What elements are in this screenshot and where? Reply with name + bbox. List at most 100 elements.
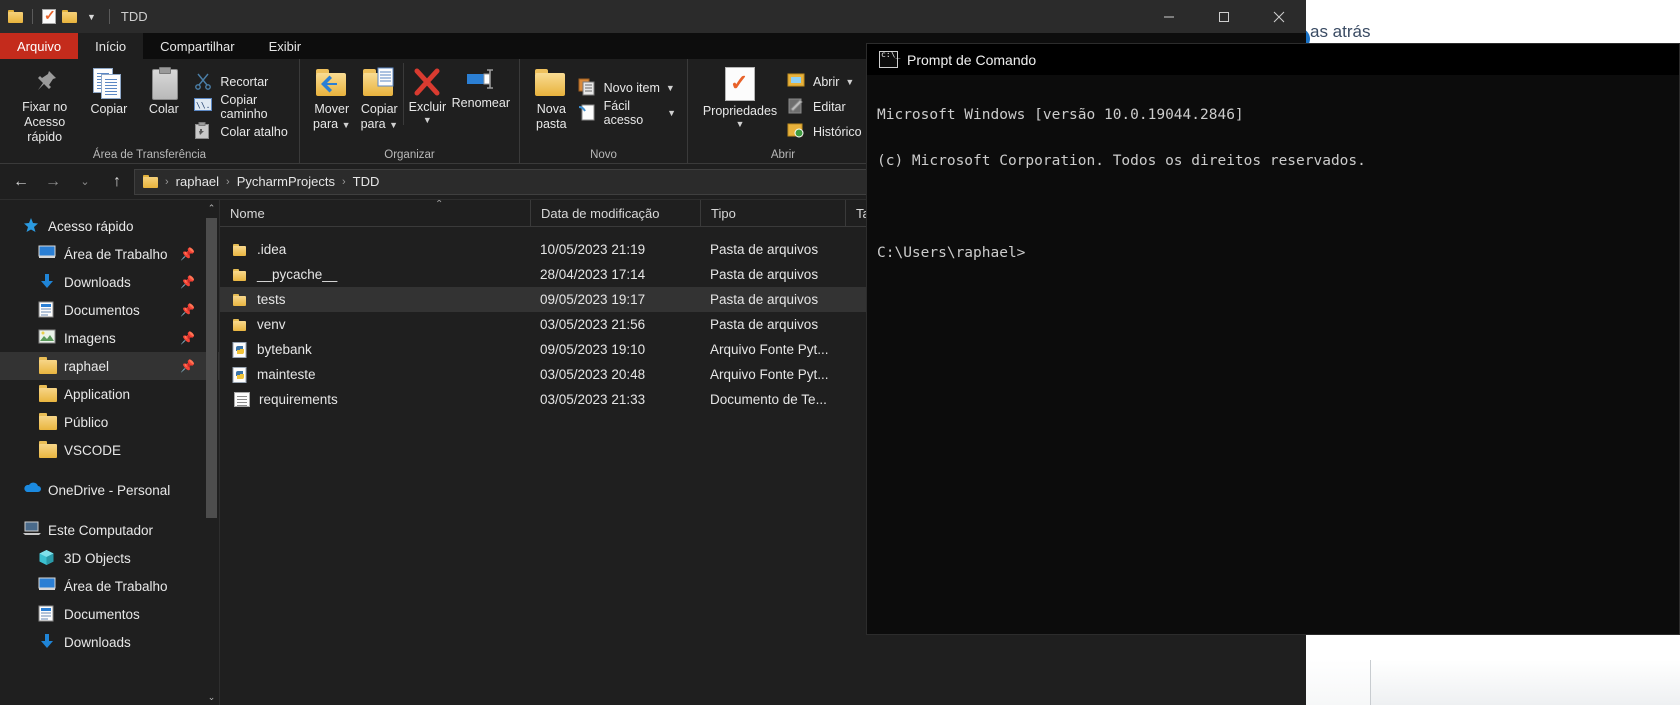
title-bar[interactable]: ▼ TDD [0, 0, 1306, 33]
button-label: Novo item [603, 80, 660, 95]
chevron-down-icon[interactable]: ▼ [389, 120, 398, 130]
sidebar-item-onedrive[interactable]: OneDrive - Personal [0, 476, 219, 504]
chevron-down-icon[interactable]: ▼ [845, 77, 854, 87]
column-header-tipo[interactable]: Tipo [700, 200, 845, 226]
chevron-down-icon[interactable]: ▼ [342, 120, 351, 130]
sidebar-item-vscode[interactable]: VSCODE [0, 436, 219, 464]
history-button[interactable]: Histórico [784, 119, 865, 144]
paste-shortcut-button[interactable]: Colar atalho [191, 119, 291, 144]
properties-check-icon[interactable] [42, 7, 56, 24]
sidebar-scrollbar[interactable]: ⌃ ⌄ [206, 200, 218, 705]
sidebar-item-publico[interactable]: Público [0, 408, 219, 436]
sidebar-item-downloads[interactable]: Downloads 📌 [0, 268, 219, 296]
column-header-nome[interactable]: ⌃ Nome [220, 200, 530, 226]
edit-icon [787, 97, 807, 117]
ribbon-group-open: Propriedades ▼ Abrir ▼ [688, 59, 878, 163]
back-arrow-icon[interactable]: ← [6, 168, 36, 196]
file-type: Pasta de arquivos [710, 292, 819, 307]
cmd-prompt-line: C:\Users\raphael> [877, 245, 1026, 261]
new-small-buttons: Novo item ▼ Fácil acesso ▼ [575, 63, 679, 127]
command-prompt-output[interactable]: Microsoft Windows [versão 10.0.19044.284… [867, 75, 1679, 317]
forward-arrow-icon[interactable]: → [38, 168, 68, 196]
chevron-down-icon[interactable]: ▼ [423, 115, 432, 125]
history-icon [787, 122, 807, 142]
edit-button[interactable]: Editar [784, 94, 865, 119]
sidebar-item-label: Downloads [64, 634, 131, 650]
pin-icon[interactable]: 📌 [180, 303, 195, 317]
sidebar-item-area-de-trabalho[interactable]: Área de Trabalho 📌 [0, 240, 219, 268]
paste-icon [149, 67, 179, 100]
pin-to-quick-access-button[interactable]: Fixar no Acesso rápido [8, 63, 81, 145]
navigation-pane: Acesso rápido Área de Trabalho 📌 Downloa… [0, 200, 220, 705]
pin-icon [30, 67, 60, 97]
cut-button[interactable]: Recortar [191, 69, 291, 94]
sidebar-item-3d-objects[interactable]: 3D Objects [0, 544, 219, 572]
chevron-down-icon[interactable]: ▼ [736, 119, 745, 129]
sidebar-item-documentos[interactable]: Documentos 📌 [0, 296, 219, 324]
sidebar-item-este-computador[interactable]: Este Computador [0, 516, 219, 544]
new-folder-icon[interactable] [62, 10, 77, 23]
tab-inicio[interactable]: Início [78, 33, 144, 59]
sidebar-item-acesso-rapido[interactable]: Acesso rápido [0, 212, 219, 240]
button-label: Copiar [90, 102, 128, 116]
sidebar-item-label: raphael [64, 358, 110, 374]
sidebar-item-label: Application [64, 386, 131, 402]
chevron-down-icon[interactable]: ▼ [83, 12, 100, 22]
window-controls[interactable] [1141, 0, 1306, 33]
sidebar-item-imagens[interactable]: Imagens 📌 [0, 324, 219, 352]
sidebar-item-downloads-pc[interactable]: Downloads [0, 628, 219, 656]
open-button[interactable]: Abrir ▼ [784, 69, 865, 94]
sidebar-item-documentos-pc[interactable]: Documentos [0, 600, 219, 628]
tab-arquivo[interactable]: Arquivo [0, 33, 79, 59]
new-folder-button[interactable]: Nova pasta [528, 63, 575, 132]
pin-icon[interactable]: 📌 [180, 331, 195, 345]
recent-locations-chevron-down-icon[interactable]: ⌄ [70, 168, 100, 196]
breadcrumb-item-pycharmprojects[interactable]: PycharmProjects [237, 174, 335, 189]
sidebar-item-label: Acesso rápido [48, 218, 134, 234]
command-prompt-window[interactable]: Prompt de Comando Microsoft Windows [ver… [866, 43, 1680, 635]
properties-button[interactable]: Propriedades ▼ [696, 63, 784, 129]
breadcrumb-item-tdd[interactable]: TDD [353, 174, 380, 189]
chevron-down-icon[interactable]: ▼ [666, 83, 675, 93]
rename-button[interactable]: Renomear [451, 63, 511, 111]
maximize-icon[interactable] [1196, 0, 1251, 33]
sidebar-item-raphael[interactable]: raphael 📌 [0, 352, 219, 380]
breadcrumb-separator: › [341, 175, 346, 188]
quick-access-toolbar[interactable]: ▼ [0, 7, 113, 24]
button-label-line2: para ▼ [313, 117, 351, 131]
text-file-icon [234, 392, 250, 407]
command-prompt-title: Prompt de Comando [907, 51, 1037, 68]
move-to-button[interactable]: Mover para ▼ [308, 63, 356, 133]
delete-button[interactable]: Excluir ▼ [403, 63, 451, 125]
chevron-down-icon[interactable]: ▼ [667, 108, 676, 118]
up-arrow-icon[interactable]: ↑ [102, 168, 132, 196]
copy-path-button[interactable]: \\.. Copiar caminho [191, 93, 291, 121]
close-icon[interactable] [1251, 0, 1306, 33]
scroll-up-icon[interactable]: ⌃ [206, 200, 217, 216]
tab-exibir[interactable]: Exibir [252, 33, 319, 59]
folder-icon[interactable] [8, 10, 23, 23]
button-label: Abrir [813, 74, 840, 89]
minimize-icon[interactable] [1141, 0, 1196, 33]
column-header-data[interactable]: Data de modificação [530, 200, 700, 226]
paste-button[interactable]: Colar [136, 63, 191, 117]
sidebar-item-application[interactable]: Application [0, 380, 219, 408]
copy-to-button[interactable]: Copiar para ▼ [356, 63, 404, 133]
command-prompt-title-bar[interactable]: Prompt de Comando [867, 44, 1679, 75]
open-small-buttons: Abrir ▼ Editar Histórico [784, 63, 865, 144]
file-type: Pasta de arquivos [710, 242, 819, 257]
pin-icon[interactable]: 📌 [180, 359, 195, 373]
ribbon-group-new: Nova pasta Novo item ▼ Fácil acesso ▼ No… [520, 59, 688, 163]
new-item-button[interactable]: Novo item ▼ [575, 75, 679, 100]
breadcrumb-item-raphael[interactable]: raphael [176, 174, 219, 189]
tab-compartilhar[interactable]: Compartilhar [143, 33, 251, 59]
onedrive-icon [22, 481, 41, 499]
file-type: Arquivo Fonte Pyt... [710, 367, 829, 382]
copy-button[interactable]: Copiar [81, 63, 136, 117]
easy-access-button[interactable]: Fácil acesso ▼ [575, 99, 679, 127]
pin-icon[interactable]: 📌 [180, 275, 195, 289]
pin-icon[interactable]: 📌 [180, 247, 195, 261]
scrollbar-thumb[interactable] [206, 218, 217, 518]
chevron-down-icon[interactable]: ⌄ [206, 689, 217, 705]
sidebar-item-area-de-trabalho-pc[interactable]: Área de Trabalho [0, 572, 219, 600]
